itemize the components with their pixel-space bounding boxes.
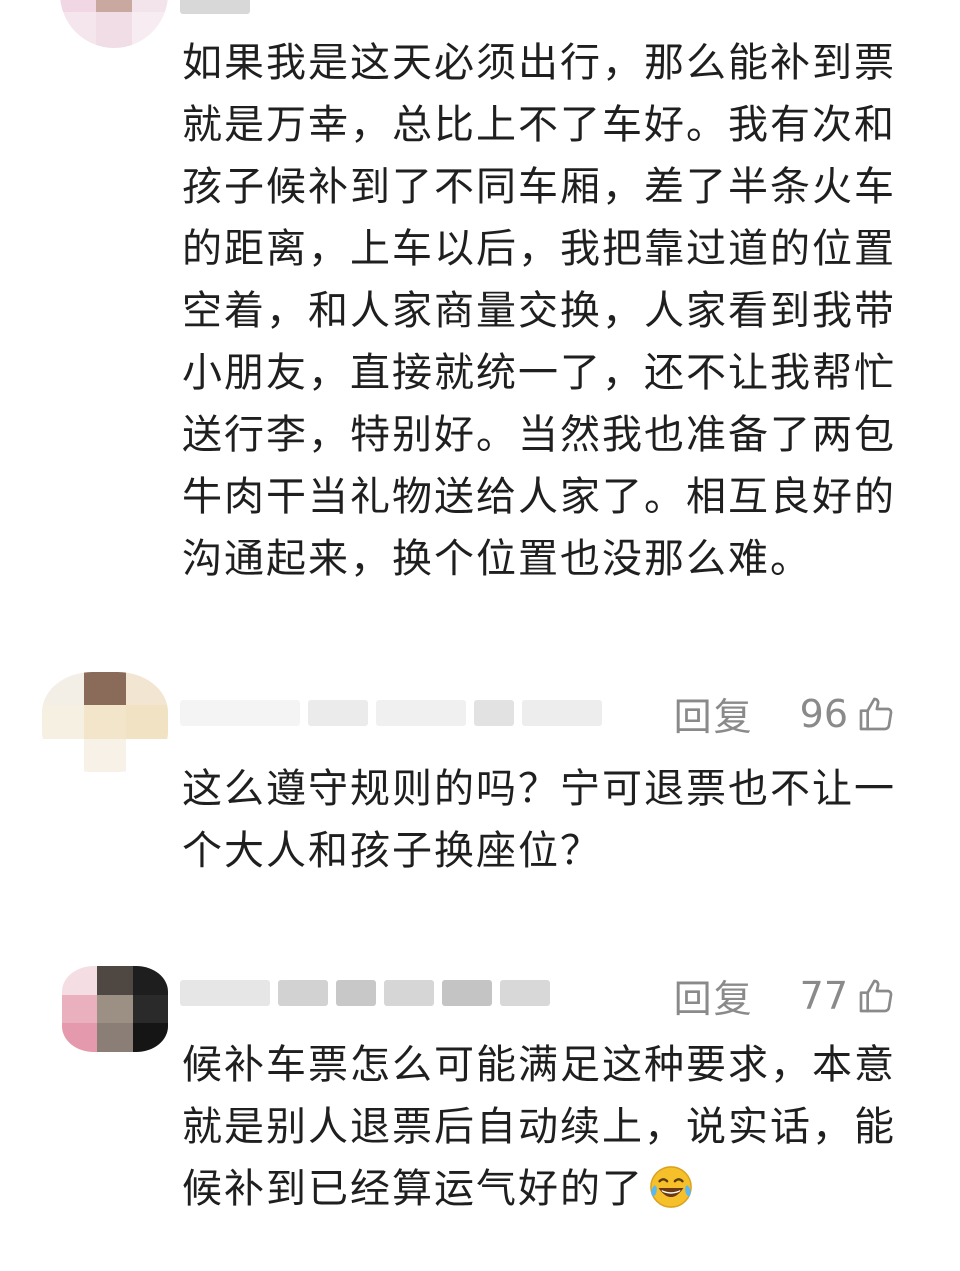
comment-line: 候补车票怎么可能满足这种要求，本意 [182,1042,896,1088]
reply-button[interactable]: 回复 [674,968,754,1023]
comment-line: 空着，和人家商量交换，人家看到我带 [182,288,896,334]
like-count: 96 [799,691,848,736]
avatar[interactable] [42,672,168,772]
comment-text: 这么遵守规则的吗？宁可退票也不让一 个大人和孩子换座位？ [182,758,902,882]
comment-thread: 如果我是这天必须出行，那么能补到票 就是万幸，总比上不了车好。我有次和 孩子候补… [0,0,960,1271]
avatar[interactable] [62,966,168,1052]
avatar[interactable] [60,0,168,48]
like-count: 77 [799,973,848,1018]
username[interactable] [180,970,550,1016]
comment-line: 孩子候补到了不同车厢，差了半条火车 [182,164,896,210]
comment-text: 如果我是这天必须出行，那么能补到票 就是万幸，总比上不了车好。我有次和 孩子候补… [182,32,902,590]
comment-line: 就是别人退票后自动续上，说实话，能 [182,1104,896,1150]
thumbs-up-icon[interactable] [856,976,896,1016]
comment-meta: 回复 77 [674,968,896,1023]
comment-line: 沟通起来，换个位置也没那么难。 [182,536,812,582]
comment-line: 小朋友，直接就统一了，还不让我帮忙 [182,350,896,396]
username[interactable] [180,690,602,736]
comment-line-text: 候补到已经算运气好的了 [182,1166,644,1212]
comment-line: 候补到已经算运气好的了 [182,1158,902,1220]
comment-line: 个大人和孩子换座位？ [182,828,602,874]
comment-text: 候补车票怎么可能满足这种要求，本意 就是别人退票后自动续上，说实话，能 候补到已… [182,1034,902,1220]
comment-line: 这么遵守规则的吗？宁可退票也不让一 [182,766,896,812]
reply-button[interactable]: 回复 [674,686,754,741]
comment-line: 如果我是这天必须出行，那么能补到票 [182,40,896,86]
username[interactable] [180,0,250,24]
comment-line: 的距离，上车以后，我把靠过道的位置 [182,226,896,272]
laughing-tears-emoji-icon [648,1164,694,1210]
thumbs-up-icon[interactable] [856,694,896,734]
comment-line: 送行李，特别好。当然我也准备了两包 [182,412,896,458]
comment-meta: 回复 96 [674,686,896,741]
comment-line: 牛肉干当礼物送给人家了。相互良好的 [182,474,896,520]
comment-line: 就是万幸，总比上不了车好。我有次和 [182,102,896,148]
